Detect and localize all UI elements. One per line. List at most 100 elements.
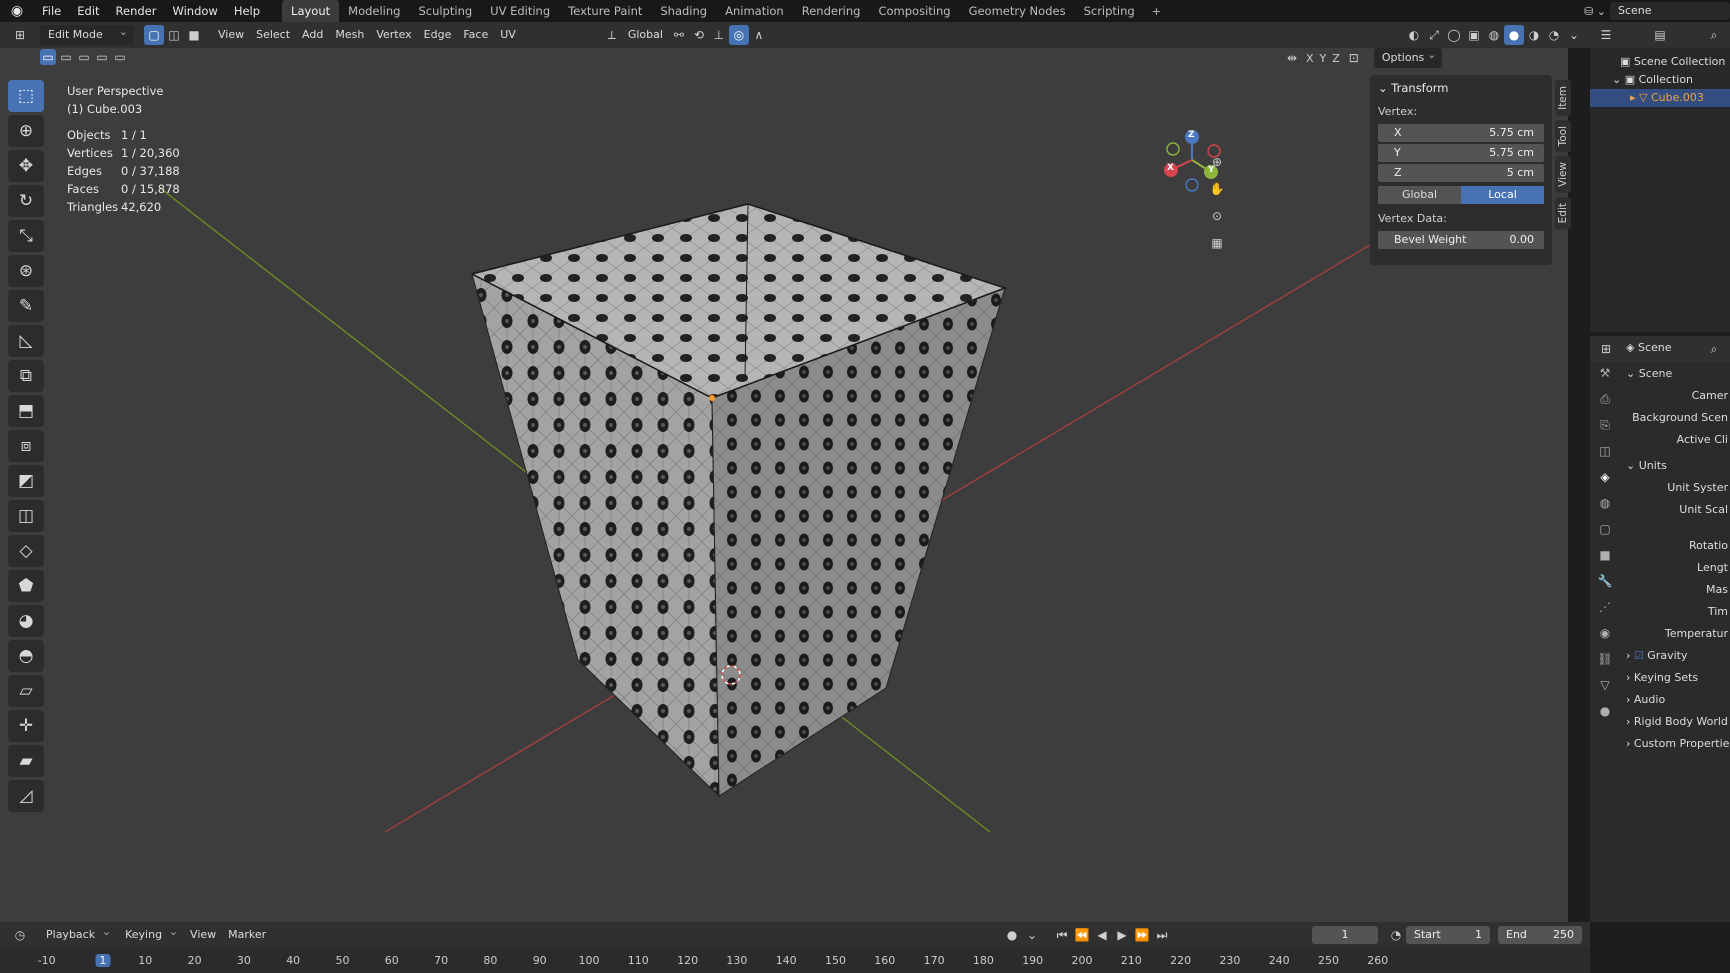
jump-next-key-icon[interactable]: ⏩ [1132, 925, 1152, 945]
orientation-dropdown[interactable]: Global [622, 25, 669, 45]
object-row[interactable]: ▸ ▽ Cube.003 [1590, 89, 1730, 107]
mode-dropdown[interactable]: Edit Mode [40, 22, 134, 45]
mirror-axis-z[interactable]: Z [1332, 52, 1340, 65]
viewport-menu-uv[interactable]: UV [494, 25, 522, 45]
select-invert-icon[interactable]: ▭ [94, 49, 110, 65]
display-mode-icon[interactable]: ▤ [1650, 25, 1670, 45]
select-extend-icon[interactable]: ▭ [58, 49, 74, 65]
menu-edit[interactable]: Edit [69, 4, 107, 18]
cursor-tool-icon[interactable]: ⊕ [8, 115, 44, 147]
auto-merge-icon[interactable]: ⊡ [1344, 48, 1364, 68]
menu-file[interactable]: File [34, 4, 69, 18]
vertex-x-field[interactable]: X 5.75 cm [1378, 124, 1544, 142]
vertex-select-icon[interactable]: ▢ [144, 25, 164, 45]
bevel-weight-field[interactable]: Bevel Weight 0.00 [1378, 231, 1544, 249]
view-layer-tab-icon[interactable]: ◫ [1590, 444, 1620, 470]
preview-range-icon[interactable]: ◔ [1386, 925, 1406, 945]
property-scene[interactable]: ⌄ Scene [1626, 363, 1730, 385]
xray-icon[interactable]: ▣ [1464, 25, 1484, 45]
jump-start-icon[interactable]: ⏮ [1052, 925, 1072, 945]
timeline-menu-view[interactable]: View [184, 925, 222, 945]
overlay-icon[interactable]: ◯ [1444, 25, 1464, 45]
shading-options-icon[interactable]: ⌄ [1564, 25, 1584, 45]
material-tab-icon[interactable]: ● [1590, 704, 1620, 730]
workspace-tab-layout[interactable]: Layout [282, 0, 340, 22]
end-frame-field[interactable]: End 250 [1498, 926, 1582, 944]
3d-viewport[interactable]: Z Y X ⊕ ✋ ⊙ ▦ User Perspective (1) Cube.… [0, 48, 1568, 922]
edge-slide-tool-icon[interactable]: ▱ [8, 675, 44, 707]
property-temperatur[interactable]: Temperatur [1626, 623, 1730, 645]
render-tab-icon[interactable]: ⎙ [1590, 392, 1620, 418]
scene-icon[interactable]: ⛁ ⌄ [1584, 5, 1606, 18]
sidebar-tab-edit[interactable]: Edit [1555, 197, 1571, 230]
mirror-axis-x[interactable]: X [1306, 52, 1314, 65]
world-tab-icon[interactable]: ◍ [1590, 496, 1620, 522]
modifier-tab-icon[interactable]: 🔧 [1590, 574, 1620, 600]
select-subtract-icon[interactable]: ▭ [76, 49, 92, 65]
collection-row[interactable]: ⌄ ▣ Collection [1590, 71, 1730, 89]
viewport-menu-vertex[interactable]: Vertex [370, 25, 417, 45]
rotate-tool-icon[interactable]: ↻ [8, 185, 44, 217]
viewport-menu-select[interactable]: Select [250, 25, 296, 45]
add-cube-tool-icon[interactable]: ⧉ [8, 360, 44, 392]
local-button[interactable]: Local [1461, 186, 1544, 204]
inset-tool-icon[interactable]: ⧈ [8, 430, 44, 462]
workspace-tab-animation[interactable]: Animation [716, 0, 793, 22]
poly-build-tool-icon[interactable]: ⬟ [8, 570, 44, 602]
workspace-tab-compositing[interactable]: Compositing [869, 0, 959, 22]
shear-tool-icon[interactable]: ▰ [8, 745, 44, 777]
workspace-tab-geometry-nodes[interactable]: Geometry Nodes [960, 0, 1075, 22]
annotate-tool-icon[interactable]: ✎ [8, 290, 44, 322]
workspace-tab-texture-paint[interactable]: Texture Paint [559, 0, 651, 22]
global-button[interactable]: Global [1378, 186, 1461, 204]
collection-tab-icon[interactable]: ▢ [1590, 522, 1620, 548]
smooth-tool-icon[interactable]: ◓ [8, 640, 44, 672]
sidebar-tab-view[interactable]: View [1555, 156, 1571, 194]
timeline-ruler[interactable]: -10 1 10 20 30 40 50 60 70 80 90 100 110 120 130 140 150… [0, 948, 1590, 973]
viewport-menu-edge[interactable]: Edge [418, 25, 458, 45]
start-frame-field[interactable]: Start 1 [1406, 926, 1490, 944]
solid-shading-icon[interactable]: ● [1504, 25, 1524, 45]
rendered-shading-icon[interactable]: ◔ [1544, 25, 1564, 45]
falloff-icon[interactable]: ∧ [749, 25, 769, 45]
sidebar-tab-item[interactable]: Item [1555, 80, 1571, 116]
scene-tab-icon[interactable]: ◈ [1590, 470, 1620, 496]
data-tab-icon[interactable]: ▽ [1590, 678, 1620, 704]
edge-select-icon[interactable]: ◫ [164, 25, 184, 45]
editor-type-icon[interactable]: ⊞ [10, 25, 30, 45]
output-tab-icon[interactable]: ⎘ [1590, 418, 1620, 444]
property-unit-syster[interactable]: Unit Syster [1626, 477, 1730, 499]
shrink-fatten-tool-icon[interactable]: ✛ [8, 710, 44, 742]
property-active-cli[interactable]: Active Cli [1626, 429, 1730, 451]
outliner-search-icon[interactable]: ⌕ [1704, 25, 1724, 45]
record-icon[interactable]: ● [1002, 925, 1022, 945]
workspace-tab-sculpting[interactable]: Sculpting [409, 0, 481, 22]
ortho-toggle-icon[interactable]: ▦ [1207, 233, 1227, 253]
move-tool-icon[interactable]: ✥ [8, 150, 44, 182]
play-icon[interactable]: ▶ [1112, 925, 1132, 945]
material-shading-icon[interactable]: ◑ [1524, 25, 1544, 45]
gizmo-x-label[interactable]: X [1167, 163, 1174, 173]
particles-tab-icon[interactable]: ⋰ [1590, 600, 1620, 626]
section-rigid-body-world[interactable]: › Rigid Body World [1626, 711, 1730, 733]
snap-icon[interactable]: ⟲ [689, 25, 709, 45]
bevel-tool-icon[interactable]: ◩ [8, 465, 44, 497]
gizmo-icon[interactable]: ⤢ [1424, 25, 1444, 45]
workspace-tab-scripting[interactable]: Scripting [1075, 0, 1144, 22]
viewport-menu-add[interactable]: Add [296, 25, 329, 45]
timeline-menu-marker[interactable]: Marker [222, 925, 272, 945]
pan-hand-icon[interactable]: ✋ [1207, 179, 1227, 199]
select-intersect-icon[interactable]: ▭ [112, 49, 128, 65]
property-camer[interactable]: Camer [1626, 385, 1730, 407]
viewport-menu-mesh[interactable]: Mesh [329, 25, 370, 45]
visibility-icon[interactable]: ◐ [1404, 25, 1424, 45]
vertex-z-field[interactable]: Z5 cm [1378, 164, 1544, 182]
property-tim[interactable]: Tim [1626, 601, 1730, 623]
measure-tool-icon[interactable]: ◺ [8, 325, 44, 357]
section-custom-properties[interactable]: › Custom Properties [1626, 733, 1730, 755]
knife-tool-icon[interactable]: ◇ [8, 535, 44, 567]
property-unit-scal[interactable]: Unit Scal [1626, 499, 1730, 521]
viewport-menu-face[interactable]: Face [457, 25, 494, 45]
proportional-edit-icon[interactable]: ◎ [728, 25, 749, 45]
snap-target-icon[interactable]: ⊥ [709, 25, 729, 45]
